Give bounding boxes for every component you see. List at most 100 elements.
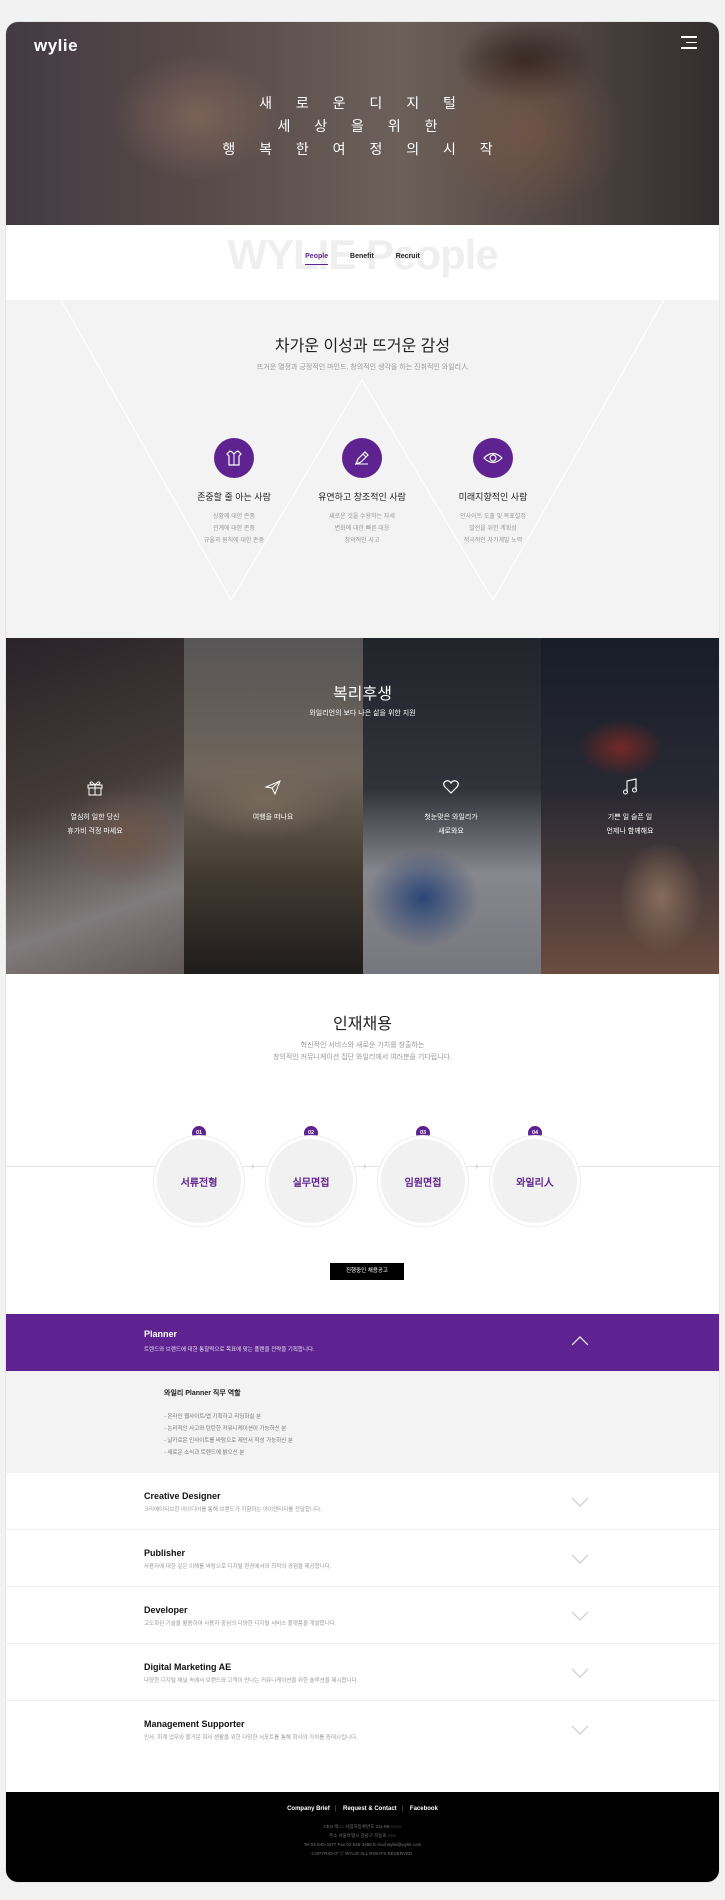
footer-links: Company Brief | Request & Contact | Facebo… (6, 1806, 719, 1812)
chevron-down-icon[interactable] (571, 1725, 589, 1735)
hero-banner: wylie 새 로 운 디 지 털 세 상 을 위 한 행 복 한 여 정 의 … (6, 22, 719, 225)
job-desc: 고도화된 기술을 활용하여 사용자 중심의 다양한 디지털 서비스 플랫폼을 개… (144, 1621, 337, 1627)
hamburger-menu-icon[interactable] (681, 36, 697, 49)
step-1: 01 서류전형 (154, 1126, 244, 1226)
paper-plane-icon (264, 780, 281, 796)
chevron-right-icon: › (475, 1161, 479, 1172)
heart-icon (443, 780, 459, 794)
job-row-publisher[interactable]: Publisher 사용자에 대한 깊은 이해를 바탕으로 디지털 환경에서의 … (6, 1530, 719, 1587)
open-positions-button[interactable]: 진행중인 채용공고 (330, 1263, 404, 1280)
footer-info-line: COPYRIGHT ⓒ WYLIE ALL RIGHTS RESERVED. (311, 1851, 414, 1856)
chevron-down-icon[interactable] (571, 1497, 589, 1507)
trait-desc: 상황에 대한 존중 관계에 대한 존중 규율과 원칙에 대한 존중 (203, 514, 265, 544)
trait-title: 유연하고 창조적인 사람 (318, 492, 406, 502)
chevron-right-icon: › (251, 1161, 255, 1172)
footer-info: CEO 박○○ 사업자등록번호 211-88-○○○○ 주소 서울특별시 강남구… (6, 1822, 719, 1858)
recruit-subtitle: 혁신적인 서비스와 새로운 가치를 창출하는 창의적인 커뮤니케이션 집단 와일리… (272, 1042, 453, 1061)
trait-respect: 존중할 줄 아는 사람 상황에 대한 존중 관계에 대한 존중 규율과 원칙에 … (169, 438, 299, 547)
hero-line: 행 복 한 여 정 의 시 작 (222, 141, 503, 157)
chevron-down-icon[interactable] (571, 1554, 589, 1564)
logo[interactable]: wylie (34, 36, 78, 56)
job-desc: 사용자에 대한 깊은 이해를 바탕으로 디지털 환경에서의 최적의 경험을 제공… (144, 1564, 332, 1570)
eye-icon (473, 438, 513, 478)
job-title: Developer (144, 1605, 188, 1615)
step-label: 와일리人 (490, 1136, 580, 1226)
footer-link-request-contact[interactable]: Request & Contact (343, 1806, 397, 1812)
trait-title: 미래지향적인 사람 (458, 492, 528, 502)
job-row-management-supporter[interactable]: Management Supporter 인사, 회계 업무와 즐거운 회사 생… (6, 1701, 719, 1758)
benefit-line: 새로와요 (438, 828, 464, 835)
footer-info-line: Tel 02-545-3477 Fax 02-545-3488 E-mail w… (303, 1842, 422, 1847)
benefit-subtitle: 와일리언의 보다 나은 삶을 위한 지원 (309, 710, 416, 717)
pen-icon (342, 438, 382, 478)
step-label: 서류전형 (154, 1136, 244, 1226)
tab-people[interactable]: People (305, 253, 329, 265)
job-row-creative-designer[interactable]: Creative Designer 크리에이티브한 아이디어를 통해 브랜드가 … (6, 1473, 719, 1530)
benefit-item-together: 기쁜 일 슬픈 일언제나 함께해요 (541, 778, 719, 839)
benefit-item-vacation: 열심히 일한 당신휴가비 걱정 마세요 (6, 778, 184, 839)
role-item: - 온라인 웹사이트/앱 기획하고 리딩하실 분 (164, 1414, 262, 1420)
job-title: Creative Designer (144, 1491, 221, 1501)
recruit-title: 인재채용 (333, 1016, 392, 1033)
footer-link-company-brief[interactable]: Company Brief (287, 1806, 330, 1812)
benefit-section: 복리후생 와일리언의 보다 나은 삶을 위한 지원 열심히 일한 당신휴가비 걱… (6, 638, 719, 974)
job-desc: 다양한 디지털 채널 속에서 브랜드와 고객이 만나는 커뮤니케이션을 위한 솔… (144, 1678, 359, 1684)
benefit-line: 열심히 일한 당신 (70, 814, 120, 821)
chevron-up-icon[interactable] (571, 1336, 589, 1346)
benefit-title: 복리후생 (333, 686, 392, 703)
job-title: Management Supporter (144, 1719, 245, 1729)
job-row-digital-marketing[interactable]: Digital Marketing AE 다양한 디지털 채널 속에서 브랜드와… (6, 1644, 719, 1701)
trait-desc: 인사이트 도출 및 목표설정 발전을 위한 계획성 적극적인 자기계발 노력 (460, 514, 526, 544)
step-4: 04 와일리人 (490, 1126, 580, 1226)
page-frame: wylie 새 로 운 디 지 털 세 상 을 위 한 행 복 한 여 정 의 … (6, 22, 719, 1882)
footer-link-facebook[interactable]: Facebook (410, 1806, 438, 1812)
job-row-developer[interactable]: Developer 고도화된 기술을 활용하여 사용자 중심의 다양한 디지털 … (6, 1587, 719, 1644)
benefit-line: 기쁜 일 슬픈 일 (607, 814, 653, 821)
trait-creative: 유연하고 창조적인 사람 새로운 것을 수용하는 자세 변화에 대한 빠른 대응… (297, 438, 427, 547)
benefit-line: 언제나 함께해요 (606, 828, 654, 835)
job-desc: 인사, 회계 업무와 즐거운 회사 생활을 위한 다양한 서포트를 통해 회사의… (144, 1735, 358, 1741)
people-subtitle: 뜨거운 열정과 긍정적인 마인드, 창의적인 생각을 하는 진취적인 와일리人 (256, 364, 469, 371)
trait-title: 존중할 줄 아는 사람 (197, 492, 271, 502)
trait-future: 미래지향적인 사람 인사이트 도출 및 목표설정 발전을 위한 계획성 적극적인… (428, 438, 558, 547)
step-3: 03 임원면접 (378, 1126, 468, 1226)
divider: | (401, 1806, 404, 1812)
music-note-icon (623, 778, 637, 795)
people-title: 차가운 이성과 뜨거운 감성 (274, 338, 451, 355)
chevron-down-icon[interactable] (571, 1611, 589, 1621)
tab-benefit[interactable]: Benefit (350, 253, 374, 264)
role-item: - 논리적인 사고와 탄탄한 커뮤니케이션이 가능하신 분 (164, 1426, 287, 1432)
section-tabs: WYLIE People People Benefit Recruit (6, 225, 719, 300)
benefit-line: 여행을 떠나요 (252, 814, 294, 821)
job-title: Digital Marketing AE (144, 1662, 232, 1672)
role-title: 와일리 Planner 직무 역할 (164, 1390, 241, 1397)
job-title: Planner (144, 1329, 178, 1339)
footer-info-line: CEO 박○○ 사업자등록번호 211-88-○○○○ (323, 1824, 402, 1829)
benefit-line: 휴가비 걱정 마세요 (67, 828, 123, 835)
footer-info-line: 주소 서울특별시 강남구 학동로 ○○○ (329, 1833, 396, 1838)
role-item: - 새로운 소식과 트렌드에 밝으신 분 (164, 1450, 245, 1456)
shirt-icon (214, 438, 254, 478)
step-label: 임원면접 (378, 1136, 468, 1226)
benefit-item-travel: 여행을 떠나요 (184, 778, 362, 825)
gift-icon (87, 781, 103, 796)
recruit-section: 인재채용 혁신적인 서비스와 새로운 가치를 창출하는 창의적인 커뮤니케이션 집… (6, 974, 719, 1314)
role-item: - 날카로운 인사이트를 바탕으로 제안서 작성 가능하신 분 (164, 1438, 293, 1444)
footer: Company Brief | Request & Contact | Facebo… (6, 1792, 719, 1882)
chevron-down-icon[interactable] (571, 1668, 589, 1678)
job-desc: 크리에이티브한 아이디어를 통해 브랜드가 지향하는 아이덴티티를 전달합니다. (144, 1507, 322, 1513)
hero-line: 세 상 을 위 한 (277, 118, 448, 134)
benefit-item-heart: 첫눈맞은 와일리가 새로와요 (362, 778, 540, 839)
job-title: Publisher (144, 1548, 186, 1558)
hero-copy: 새 로 운 디 지 털 세 상 을 위 한 행 복 한 여 정 의 시 작 (6, 92, 719, 161)
trait-desc: 새로운 것을 수용하는 자세 변화에 대한 빠른 대응 창의적인 사고 (329, 514, 395, 544)
step-label: 실무면접 (266, 1136, 356, 1226)
divider: | (334, 1806, 337, 1812)
hero-line: 새 로 운 디 지 털 (259, 95, 466, 111)
job-planner-header[interactable]: Planner 트렌드와 브랜드에 대한 통찰력으로 목표에 맞는 플랜을 전략… (6, 1314, 719, 1371)
role-list: - 온라인 웹사이트/앱 기획하고 리딩하실 분 - 논리적인 사고와 탄탄한 … (164, 1411, 293, 1459)
job-desc: 트렌드와 브랜드에 대한 통찰력으로 목표에 맞는 플랜을 전략을 기획합니다. (144, 1347, 315, 1353)
step-2: 02 실무면접 (266, 1126, 356, 1226)
tab-recruit[interactable]: Recruit (396, 253, 420, 264)
job-planner-body: 와일리 Planner 직무 역할 - 온라인 웹사이트/앱 기획하고 리딩하실… (6, 1371, 719, 1473)
